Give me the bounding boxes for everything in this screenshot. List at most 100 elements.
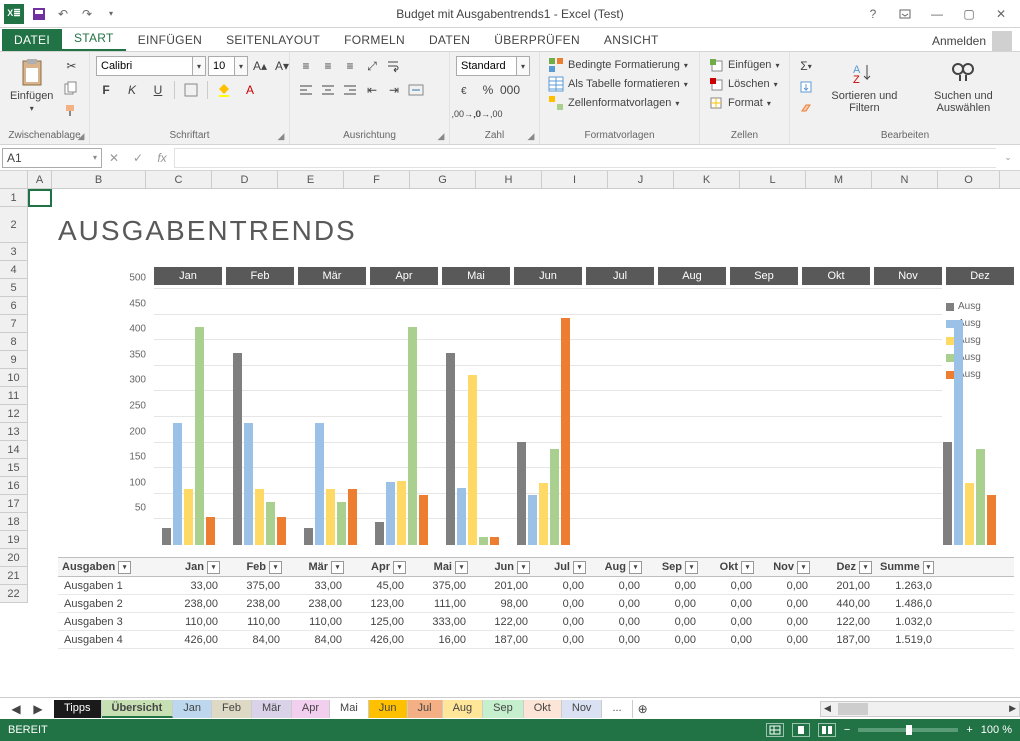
filter-dropdown-icon[interactable]: ▾ bbox=[797, 561, 810, 574]
sheet-tab[interactable]: Jul bbox=[408, 700, 443, 718]
table-header[interactable]: Aug▾ bbox=[590, 558, 646, 576]
column-header[interactable]: E bbox=[278, 171, 344, 188]
column-header[interactable]: H bbox=[476, 171, 542, 188]
fill-color-icon[interactable] bbox=[214, 80, 234, 100]
decrease-indent-icon[interactable]: ⇤ bbox=[362, 80, 382, 100]
zoom-in-icon[interactable]: + bbox=[966, 724, 972, 736]
dialog-launcher-icon[interactable]: ◢ bbox=[435, 130, 447, 142]
fx-icon[interactable]: fx bbox=[150, 148, 174, 168]
sheet-tab[interactable]: Mai bbox=[330, 700, 369, 718]
normal-view-icon[interactable] bbox=[766, 723, 784, 737]
table-header[interactable]: Nov▾ bbox=[758, 558, 814, 576]
dialog-launcher-icon[interactable]: ◢ bbox=[275, 130, 287, 142]
cut-icon[interactable]: ✂ bbox=[61, 56, 81, 76]
zoom-label[interactable]: 100 % bbox=[981, 724, 1012, 736]
filter-dropdown-icon[interactable]: ▾ bbox=[923, 561, 934, 574]
table-header[interactable]: Okt▾ bbox=[702, 558, 758, 576]
copy-icon[interactable] bbox=[61, 78, 81, 98]
table-header[interactable]: Jul▾ bbox=[534, 558, 590, 576]
column-header[interactable]: L bbox=[740, 171, 806, 188]
row-header[interactable]: 1 bbox=[0, 189, 27, 207]
clear-icon[interactable] bbox=[796, 98, 816, 118]
row-header[interactable]: 22 bbox=[0, 585, 27, 603]
column-header[interactable]: D bbox=[212, 171, 278, 188]
sheet-tab[interactable]: Übersicht bbox=[102, 700, 174, 718]
tab-ueberpruefen[interactable]: ÜBERPRÜFEN bbox=[482, 29, 592, 51]
table-row[interactable]: Ausgaben 3110,00110,00110,00125,00333,00… bbox=[58, 613, 1014, 631]
row-header[interactable]: 2 bbox=[0, 207, 27, 243]
enter-formula-icon[interactable]: ✓ bbox=[126, 148, 150, 168]
sheet-tab[interactable]: Apr bbox=[292, 700, 330, 718]
chevron-down-icon[interactable]: ▾ bbox=[192, 56, 206, 76]
select-all-corner[interactable] bbox=[0, 171, 28, 188]
tab-daten[interactable]: DATEN bbox=[417, 29, 482, 51]
align-top-icon[interactable]: ≡ bbox=[296, 56, 316, 76]
decrease-decimal-icon[interactable]: ,0→,00 bbox=[478, 104, 498, 124]
decrease-font-icon[interactable]: A▾ bbox=[272, 56, 292, 76]
row-header[interactable]: 5 bbox=[0, 279, 27, 297]
table-header[interactable]: Jan▾ bbox=[162, 558, 224, 576]
sheet-tab[interactable]: Aug bbox=[443, 700, 484, 718]
filter-dropdown-icon[interactable]: ▾ bbox=[118, 561, 131, 574]
row-header[interactable]: 19 bbox=[0, 531, 27, 549]
row-header[interactable]: 6 bbox=[0, 297, 27, 315]
table-row[interactable]: Ausgaben 2238,00238,00238,00123,00111,00… bbox=[58, 595, 1014, 613]
table-header[interactable]: Mär▾ bbox=[286, 558, 348, 576]
tab-ansicht[interactable]: ANSICHT bbox=[592, 29, 671, 51]
font-size-input[interactable] bbox=[208, 56, 234, 76]
increase-indent-icon[interactable]: ⇥ bbox=[384, 80, 404, 100]
filter-dropdown-icon[interactable]: ▾ bbox=[741, 561, 754, 574]
column-header[interactable]: G bbox=[410, 171, 476, 188]
percent-icon[interactable]: % bbox=[478, 80, 498, 100]
table-row[interactable]: Ausgaben 133,00375,0033,0045,00375,00201… bbox=[58, 577, 1014, 595]
align-middle-icon[interactable]: ≡ bbox=[318, 56, 338, 76]
filter-dropdown-icon[interactable]: ▾ bbox=[859, 561, 872, 574]
table-header[interactable]: Dez▾ bbox=[814, 558, 876, 576]
page-layout-view-icon[interactable] bbox=[792, 723, 810, 737]
sheet-tab[interactable]: Jan bbox=[173, 700, 212, 718]
font-color-icon[interactable]: A bbox=[240, 80, 260, 100]
cancel-formula-icon[interactable]: ✕ bbox=[102, 148, 126, 168]
align-center-icon[interactable] bbox=[318, 80, 338, 100]
sheet-tab[interactable]: Feb bbox=[212, 700, 252, 718]
save-icon[interactable] bbox=[30, 5, 48, 23]
row-header[interactable]: 3 bbox=[0, 243, 27, 261]
row-header[interactable]: 16 bbox=[0, 477, 27, 495]
table-header[interactable]: Summe▾ bbox=[876, 558, 938, 576]
column-header[interactable]: B bbox=[52, 171, 146, 188]
column-header[interactable]: J bbox=[608, 171, 674, 188]
tab-einfuegen[interactable]: EINFÜGEN bbox=[126, 29, 214, 51]
column-header[interactable]: N bbox=[872, 171, 938, 188]
column-header[interactable]: I bbox=[542, 171, 608, 188]
column-header[interactable]: K bbox=[674, 171, 740, 188]
column-header[interactable]: F bbox=[344, 171, 410, 188]
filter-dropdown-icon[interactable]: ▾ bbox=[517, 561, 530, 574]
sheet-tab[interactable]: Okt bbox=[524, 700, 562, 718]
filter-dropdown-icon[interactable]: ▾ bbox=[269, 561, 282, 574]
horizontal-scrollbar[interactable]: ◀▶ bbox=[820, 701, 1020, 717]
expand-formula-icon[interactable]: ⌄ bbox=[996, 148, 1020, 168]
tab-start[interactable]: START bbox=[62, 27, 126, 51]
filter-dropdown-icon[interactable]: ▾ bbox=[455, 561, 468, 574]
border-icon[interactable] bbox=[181, 80, 201, 100]
zoom-slider[interactable] bbox=[858, 728, 958, 732]
tab-formeln[interactable]: FORMELN bbox=[332, 29, 417, 51]
undo-icon[interactable]: ↶ bbox=[54, 5, 72, 23]
row-header[interactable]: 15 bbox=[0, 459, 27, 477]
row-header[interactable]: 4 bbox=[0, 261, 27, 279]
minimize-icon[interactable]: — bbox=[922, 4, 952, 24]
align-bottom-icon[interactable]: ≡ bbox=[340, 56, 360, 76]
table-header[interactable]: Sep▾ bbox=[646, 558, 702, 576]
orientation-icon[interactable]: ⤢ bbox=[362, 56, 382, 76]
cell-styles-button[interactable]: Zellenformatvorlagen▾ bbox=[546, 94, 681, 112]
filter-dropdown-icon[interactable]: ▾ bbox=[393, 561, 406, 574]
italic-button[interactable]: K bbox=[122, 80, 142, 100]
table-header[interactable]: Feb▾ bbox=[224, 558, 286, 576]
filter-dropdown-icon[interactable]: ▾ bbox=[331, 561, 344, 574]
dialog-launcher-icon[interactable]: ◢ bbox=[75, 130, 87, 142]
sheet-tab[interactable]: Mär bbox=[252, 700, 292, 718]
filter-dropdown-icon[interactable]: ▾ bbox=[573, 561, 586, 574]
column-header[interactable]: A bbox=[28, 171, 52, 188]
number-format-input[interactable] bbox=[456, 56, 516, 76]
table-header[interactable]: Jun▾ bbox=[472, 558, 534, 576]
